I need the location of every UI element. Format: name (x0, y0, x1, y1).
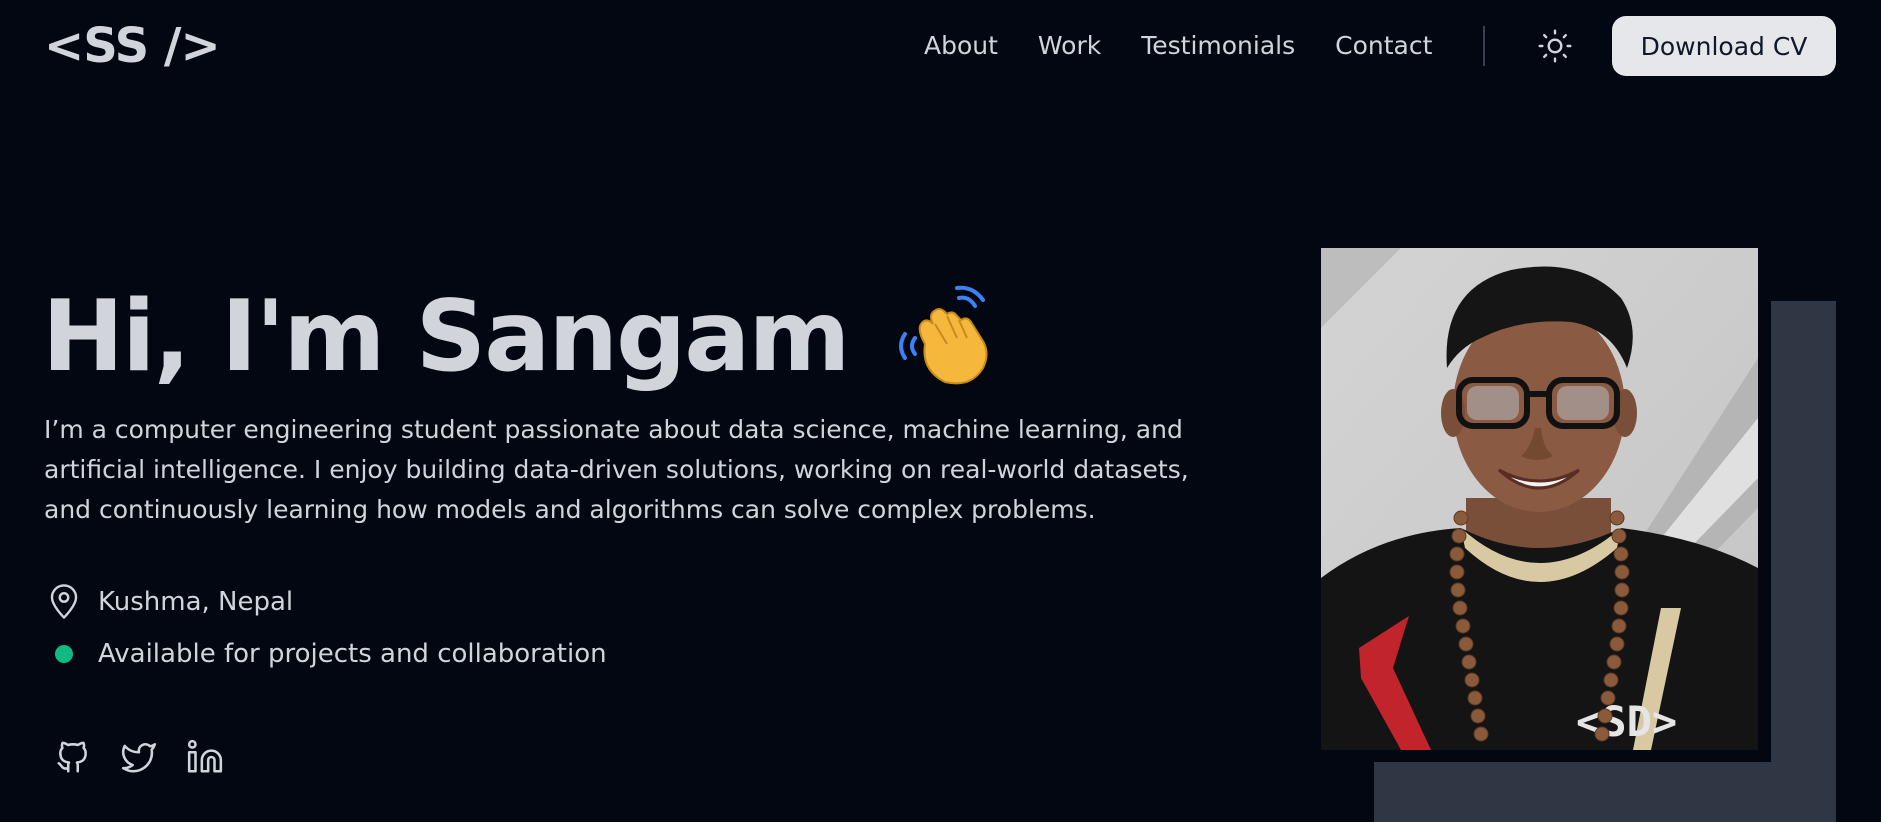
linkedin-icon (187, 739, 223, 773)
availability-row: Available for projects and collaboration (44, 634, 607, 674)
nav-link-contact[interactable]: Contact (1335, 26, 1432, 66)
download-cv-button[interactable]: Download CV (1612, 16, 1836, 76)
location-row: Kushma, Nepal (44, 582, 293, 622)
twitter-icon (121, 743, 157, 773)
github-icon (57, 741, 87, 773)
status-dot-icon (44, 634, 84, 674)
github-link[interactable] (50, 734, 96, 780)
twitter-link[interactable] (116, 734, 162, 780)
sun-icon (1538, 29, 1572, 63)
social-links (50, 734, 248, 780)
nav-link-about[interactable]: About (924, 26, 998, 66)
profile-photo: <SD> (1321, 248, 1758, 750)
availability-dot (55, 645, 73, 663)
theme-toggle-button[interactable] (1534, 25, 1576, 67)
hero-description: I’m a computer engineering student passi… (44, 415, 1189, 524)
linkedin-link[interactable] (182, 734, 228, 780)
site-logo[interactable]: <SS /> (44, 16, 221, 76)
site-header: <SS /> About Work Testimonials Contact D… (0, 0, 1881, 92)
waving-hand-icon (887, 282, 997, 392)
location-text: Kushma, Nepal (98, 587, 294, 617)
svg-text:<SD>: <SD> (1576, 697, 1677, 746)
availability-text: Available for projects and collaboration (98, 639, 607, 669)
nav-link-work[interactable]: Work (1038, 26, 1101, 66)
nav-divider (1483, 26, 1485, 66)
hero-title-text: Hi, I'm Sangam (42, 280, 851, 394)
hero-title: Hi, I'm Sangam (42, 282, 997, 392)
main-nav: About Work Testimonials Contact (924, 26, 1432, 66)
map-pin-icon (44, 582, 84, 622)
nav-link-testimonials[interactable]: Testimonials (1141, 26, 1295, 66)
